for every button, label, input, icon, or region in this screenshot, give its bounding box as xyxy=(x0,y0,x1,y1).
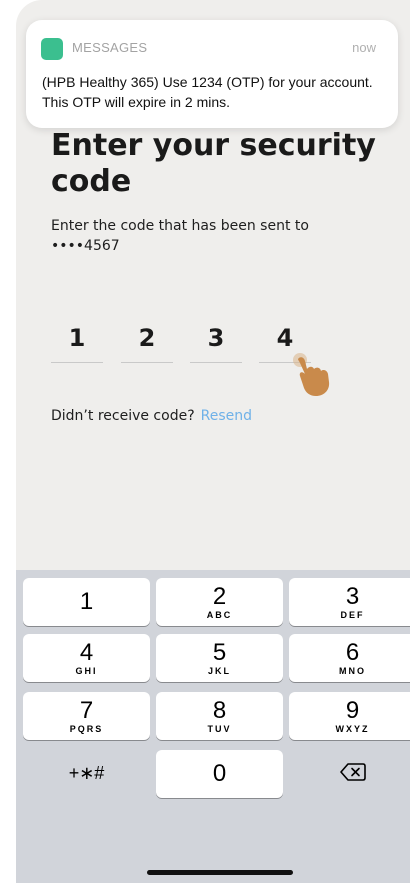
key-0[interactable]: 0 xyxy=(156,750,283,798)
messages-app-icon xyxy=(41,38,63,60)
key-2[interactable]: 2 ABC xyxy=(156,578,283,626)
notification-app-name: MESSAGES xyxy=(72,40,148,55)
tap-hand-icon xyxy=(293,353,330,396)
key-8[interactable]: 8 TUV xyxy=(156,692,283,740)
page-subtitle: Enter the code that has been sent to •••… xyxy=(51,218,309,254)
notification-time: now xyxy=(352,40,376,55)
numeric-keypad: 1 2 ABC 3 DEF 4 GHI 5 JKL 6 MNO 7 PQRS 8… xyxy=(16,570,410,883)
home-indicator[interactable] xyxy=(147,870,293,875)
otp-digit-3[interactable]: 3 xyxy=(190,318,242,363)
key-4[interactable]: 4 GHI xyxy=(23,634,150,682)
key-3[interactable]: 3 DEF xyxy=(289,578,410,626)
otp-digit-1[interactable]: 1 xyxy=(51,318,103,363)
key-5[interactable]: 5 JKL xyxy=(156,634,283,682)
otp-digit-2[interactable]: 2 xyxy=(121,318,173,363)
message-notification[interactable]: MESSAGES now (HPB Healthy 365) Use 1234 … xyxy=(26,20,398,128)
resend-link[interactable]: Resend xyxy=(201,408,252,424)
key-9[interactable]: 9 WXYZ xyxy=(289,692,410,740)
key-7[interactable]: 7 PQRS xyxy=(23,692,150,740)
backspace-icon xyxy=(339,763,366,781)
notification-body: (HPB Healthy 365) Use 1234 (OTP) for you… xyxy=(42,74,373,110)
key-1[interactable]: 1 xyxy=(23,578,150,626)
page-title: Enter your security code xyxy=(51,128,376,199)
key-backspace[interactable] xyxy=(289,750,410,798)
phone-screen: MESSAGES now (HPB Healthy 365) Use 1234 … xyxy=(16,0,410,883)
key-6[interactable]: 6 MNO xyxy=(289,634,410,682)
resend-row: Didn’t receive code? Resend xyxy=(51,408,252,424)
resend-prompt: Didn’t receive code? xyxy=(51,408,195,424)
key-symbols[interactable]: +∗# xyxy=(23,750,150,798)
otp-input-row: 1 2 3 4 xyxy=(51,318,331,366)
